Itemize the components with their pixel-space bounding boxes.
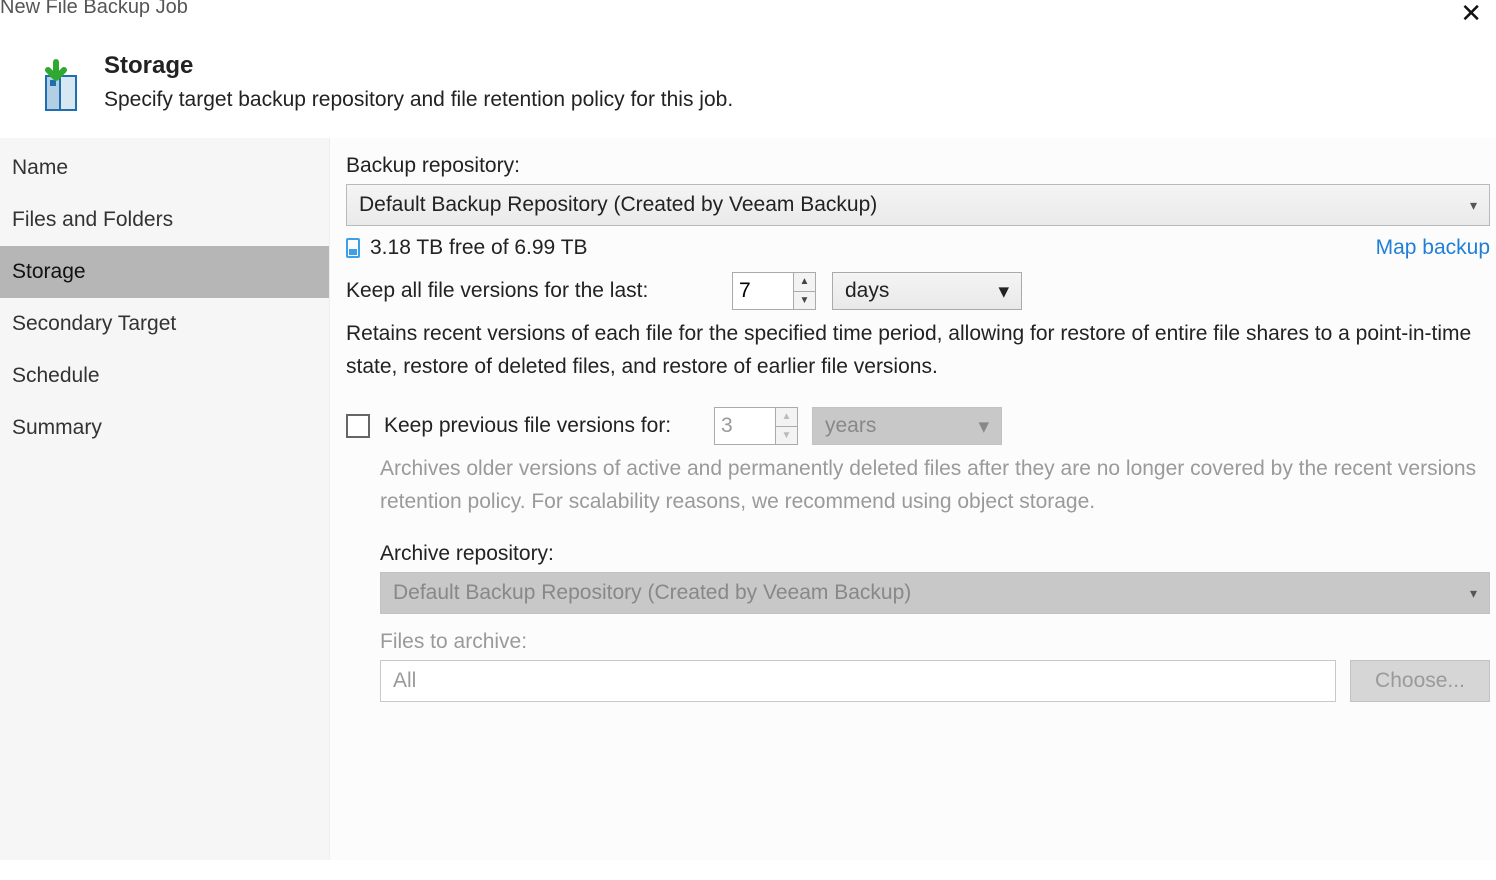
- keep-all-versions-description: Retains recent versions of each file for…: [346, 318, 1490, 383]
- backup-repository-value: Default Backup Repository (Created by Ve…: [359, 193, 877, 217]
- sidebar-item-files-and-folders[interactable]: Files and Folders: [0, 194, 329, 246]
- sidebar-item-schedule[interactable]: Schedule: [0, 350, 329, 402]
- window-title: New File Backup Job: [0, 0, 188, 19]
- keep-all-versions-value[interactable]: [733, 273, 793, 309]
- wizard-body: Name Files and Folders Storage Secondary…: [0, 138, 1496, 860]
- sidebar-item-name[interactable]: Name: [0, 142, 329, 194]
- files-to-archive-label: Files to archive:: [380, 630, 1490, 654]
- keep-previous-versions-unit-dropdown: years ▾: [812, 407, 1002, 445]
- keep-previous-versions-checkbox[interactable]: [346, 414, 370, 438]
- keep-previous-versions-description: Archives older versions of active and pe…: [380, 453, 1490, 518]
- close-icon[interactable]: ✕: [1454, 0, 1488, 26]
- backup-repository-label: Backup repository:: [346, 154, 1490, 178]
- archive-repository-dropdown: Default Backup Repository (Created by Ve…: [380, 572, 1490, 614]
- keep-all-versions-unit: days: [845, 279, 889, 303]
- keep-previous-versions-label: Keep previous file versions for:: [384, 414, 700, 438]
- archive-repository-value: Default Backup Repository (Created by Ve…: [393, 581, 911, 605]
- sidebar-item-storage[interactable]: Storage: [0, 246, 329, 298]
- chevron-down-icon: ▾: [978, 414, 989, 439]
- keep-previous-versions-spinner: ▲ ▼: [714, 407, 798, 445]
- titlebar: New File Backup Job ✕: [0, 0, 1496, 28]
- spinner-down-icon: ▼: [776, 427, 797, 445]
- wizard-steps-sidebar: Name Files and Folders Storage Secondary…: [0, 138, 330, 860]
- keep-all-versions-spinner[interactable]: ▲ ▼: [732, 272, 816, 310]
- keep-all-versions-row: Keep all file versions for the last: ▲ ▼…: [346, 272, 1490, 310]
- storage-header-icon: [24, 58, 80, 114]
- keep-all-versions-label: Keep all file versions for the last:: [346, 279, 716, 303]
- spinner-up-icon[interactable]: ▲: [794, 273, 815, 292]
- backup-repository-dropdown[interactable]: Default Backup Repository (Created by Ve…: [346, 184, 1490, 226]
- keep-previous-versions-value: [715, 408, 775, 444]
- chevron-down-icon: ▾: [1470, 197, 1477, 214]
- wizard-header: Storage Specify target backup repository…: [0, 28, 1496, 138]
- keep-previous-versions-row: Keep previous file versions for: ▲ ▼ yea…: [346, 407, 1490, 445]
- choose-button: Choose...: [1350, 660, 1490, 702]
- archive-repository-label: Archive repository:: [380, 542, 1490, 566]
- new-file-backup-job-window: New File Backup Job ✕ Storage Specify ta…: [0, 0, 1496, 880]
- free-space-text: 3.18 TB free of 6.99 TB: [370, 236, 588, 260]
- keep-previous-versions-unit: years: [825, 414, 876, 438]
- map-backup-link[interactable]: Map backup: [1376, 236, 1490, 260]
- files-to-archive-row: All Choose...: [380, 660, 1490, 702]
- repository-free-space-row: 3.18 TB free of 6.99 TB Map backup: [346, 236, 1490, 260]
- sidebar-item-secondary-target[interactable]: Secondary Target: [0, 298, 329, 350]
- chevron-down-icon: ▾: [998, 279, 1009, 304]
- wizard-header-text: Storage Specify target backup repository…: [104, 52, 733, 112]
- storage-settings-panel: Backup repository: Default Backup Reposi…: [330, 138, 1496, 860]
- spinner-down-icon[interactable]: ▼: [794, 292, 815, 310]
- spinner-up-icon: ▲: [776, 408, 797, 427]
- page-heading: Storage: [104, 52, 733, 80]
- chevron-down-icon: ▾: [1470, 585, 1477, 602]
- sidebar-item-summary[interactable]: Summary: [0, 402, 329, 454]
- disk-icon: [346, 238, 360, 258]
- files-to-archive-value: All: [380, 660, 1336, 702]
- page-subheading: Specify target backup repository and fil…: [104, 88, 733, 112]
- keep-all-versions-unit-dropdown[interactable]: days ▾: [832, 272, 1022, 310]
